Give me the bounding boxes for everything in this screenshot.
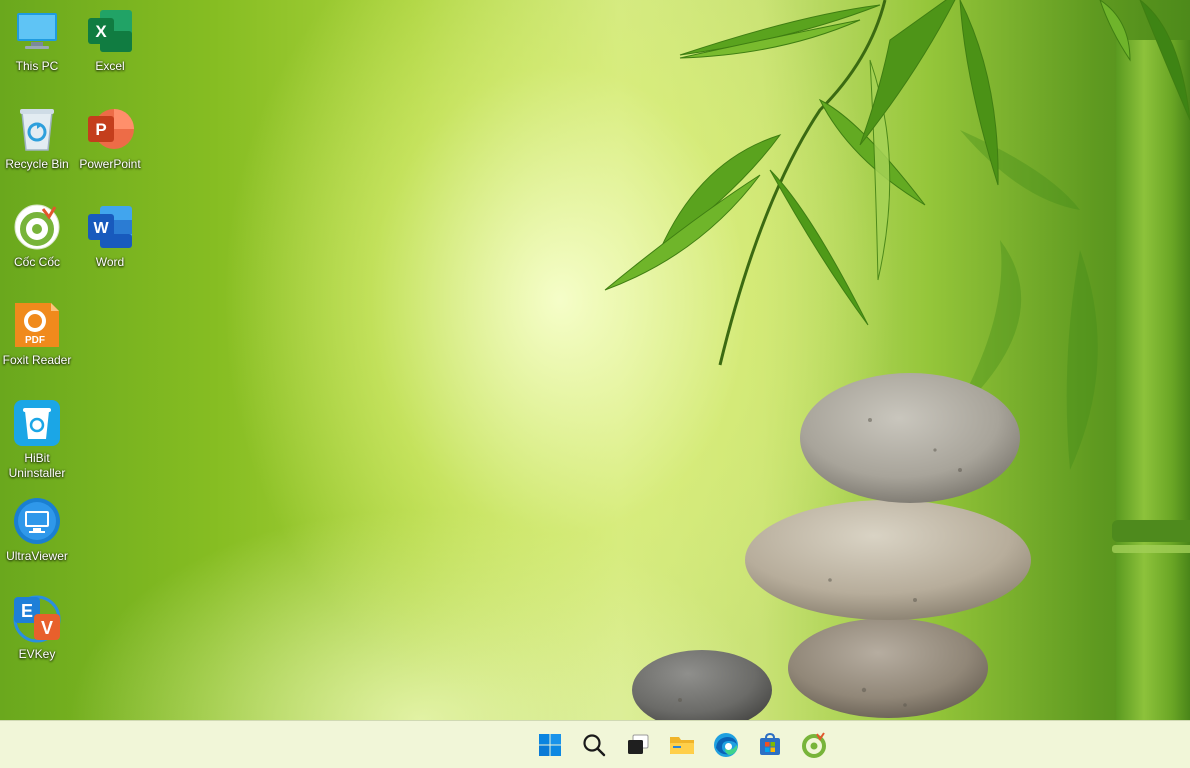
taskbar-pinned-apps bbox=[528, 721, 836, 768]
desktop-icon-label: Recycle Bin bbox=[5, 157, 69, 171]
task-view-icon bbox=[628, 734, 649, 754]
folder-icon bbox=[670, 736, 694, 754]
coccoc-icon bbox=[802, 731, 826, 758]
desktop-icon-label: This PC bbox=[15, 59, 59, 73]
excel-icon: X bbox=[85, 6, 135, 56]
svg-text:P: P bbox=[95, 120, 106, 139]
desktop-icon-foxit-reader[interactable]: PDF Foxit Reader bbox=[0, 300, 74, 368]
svg-text:V: V bbox=[41, 618, 53, 638]
desktop-icon-powerpoint[interactable]: P PowerPoint bbox=[73, 104, 147, 172]
store-icon bbox=[760, 732, 780, 755]
this-pc-icon bbox=[12, 6, 62, 56]
windows-start-icon bbox=[539, 733, 561, 756]
svg-text:PDF: PDF bbox=[25, 335, 45, 346]
desktop-icon-hibit-uninstaller[interactable]: HiBit Uninstaller bbox=[0, 398, 74, 481]
desktop-icon-ultraviewer[interactable]: UltraViewer bbox=[0, 496, 74, 564]
recycle-bin-icon bbox=[12, 104, 62, 154]
desktop-icon-recycle-bin[interactable]: Recycle Bin bbox=[0, 104, 74, 172]
desktop-icon-label: Cốc Cốc bbox=[13, 255, 60, 269]
task-view-button[interactable] bbox=[616, 725, 660, 765]
svg-text:W: W bbox=[93, 220, 109, 237]
hibit-uninstaller-icon bbox=[12, 398, 62, 448]
svg-text:E: E bbox=[21, 601, 33, 621]
desktop-icon-evkey[interactable]: E V EVKey bbox=[0, 594, 74, 662]
taskbar bbox=[0, 720, 1190, 768]
ultraviewer-icon bbox=[12, 496, 62, 546]
desktop-icon-coccoc[interactable]: Cốc Cốc bbox=[0, 202, 74, 270]
evkey-icon: E V bbox=[12, 594, 62, 644]
word-icon: W bbox=[85, 202, 135, 252]
desktop-icon-label: UltraViewer bbox=[6, 549, 68, 563]
foxit-reader-icon: PDF bbox=[12, 300, 62, 350]
desktop-icon-label: Foxit Reader bbox=[2, 353, 72, 367]
coccoc-icon bbox=[12, 202, 62, 252]
coccoc-taskbar-button[interactable] bbox=[792, 725, 836, 765]
start-button[interactable] bbox=[528, 725, 572, 765]
desktop[interactable]: This PC X Excel Recycle Bin P PowerPoint… bbox=[0, 0, 1190, 720]
file-explorer-button[interactable] bbox=[660, 725, 704, 765]
edge-icon bbox=[714, 732, 738, 757]
desktop-icon-word[interactable]: W Word bbox=[73, 202, 147, 270]
desktop-icon-excel[interactable]: X Excel bbox=[73, 6, 147, 74]
edge-button[interactable] bbox=[704, 725, 748, 765]
powerpoint-icon: P bbox=[85, 104, 135, 154]
desktop-icon-this-pc[interactable]: This PC bbox=[0, 6, 74, 74]
search-icon bbox=[583, 733, 606, 756]
svg-text:X: X bbox=[95, 22, 107, 41]
search-button[interactable] bbox=[572, 725, 616, 765]
desktop-icon-label: HiBit Uninstaller bbox=[8, 451, 66, 480]
desktop-icon-label: PowerPoint bbox=[79, 157, 141, 171]
desktop-icon-label: EVKey bbox=[18, 647, 56, 661]
wallpaper bbox=[604, 0, 1190, 720]
store-button[interactable] bbox=[748, 725, 792, 765]
desktop-icon-label: Word bbox=[95, 255, 125, 269]
desktop-icon-label: Excel bbox=[95, 59, 125, 73]
